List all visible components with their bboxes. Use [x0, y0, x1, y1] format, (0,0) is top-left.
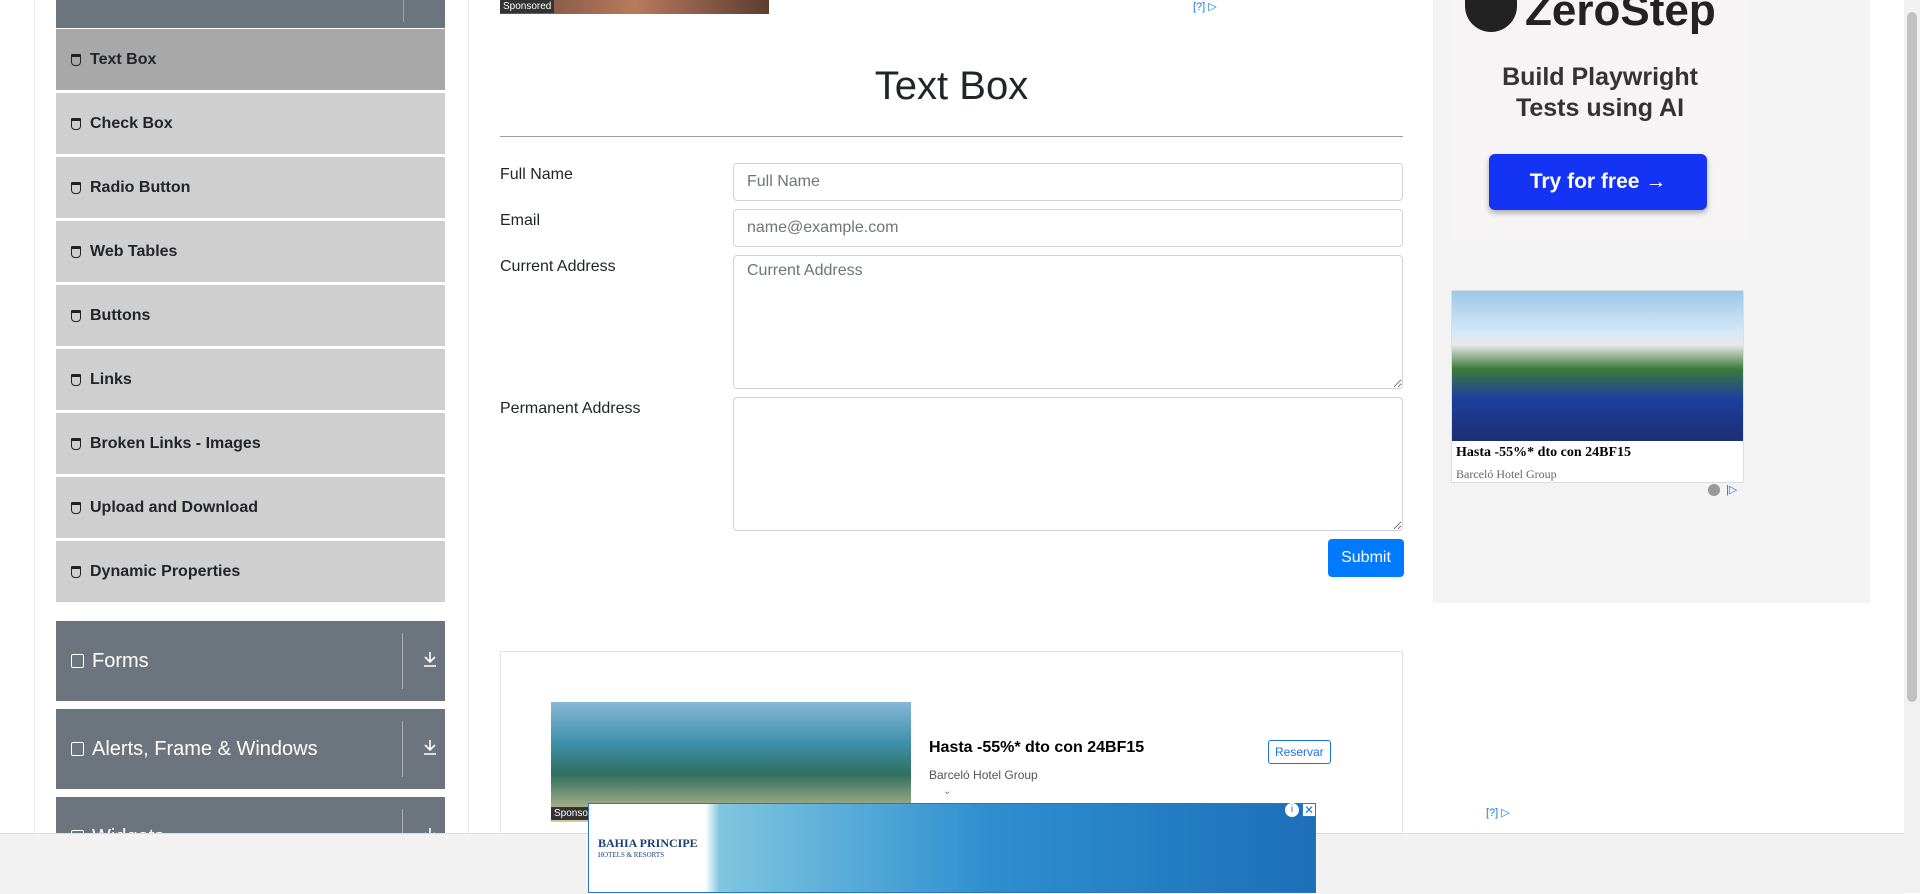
sidebar-item-label: Text Box — [90, 50, 157, 68]
permanent-address-label: Permanent Address — [500, 400, 641, 417]
privacy-icon[interactable] — [1708, 484, 1720, 496]
sidebar-item-buttons[interactable]: Buttons — [56, 285, 445, 346]
adchoices-icon[interactable]: |▷ — [1726, 483, 1737, 496]
adchoice-text: [?] — [1193, 1, 1206, 13]
sidebar-item-label: Broken Links - Images — [90, 434, 261, 452]
window-icon — [71, 742, 84, 756]
elements-menu: Text Box Check Box Radio Button Web Tabl… — [56, 29, 445, 605]
full-name-label: Full Name — [500, 166, 573, 183]
html5-icon — [71, 501, 81, 514]
sidebar-item-label: Upload and Download — [90, 498, 258, 516]
sidebar-item-label: Dynamic Properties — [90, 562, 241, 580]
permanent-address-textarea[interactable] — [733, 397, 1403, 531]
current-address-textarea[interactable] — [733, 255, 1403, 389]
sidebar-item-broken-links[interactable]: Broken Links - Images — [56, 413, 445, 474]
bahia-principe-logo: BAHIA PRINCIPE HOTELS & RESORTS — [598, 836, 698, 859]
submit-button[interactable]: Submit — [1328, 539, 1404, 577]
group-label: Forms — [92, 649, 149, 672]
html5-icon — [71, 117, 81, 130]
scrollbar-thumb[interactable] — [1907, 12, 1917, 702]
close-icon[interactable]: ✕ — [1302, 803, 1316, 817]
sidebar-item-label: Radio Button — [90, 178, 191, 196]
inline-ad-headline[interactable]: Hasta -55%* dto con 24BF15 — [929, 739, 1144, 757]
elements-group-header[interactable] — [56, 0, 445, 28]
sidebar-item-check-box[interactable]: Check Box — [56, 93, 445, 154]
download-arrow-icon — [424, 740, 436, 755]
html5-icon — [71, 437, 81, 450]
sponsored-label: Sponsored — [500, 0, 555, 13]
group-separator — [403, 0, 404, 22]
forms-icon — [71, 654, 84, 668]
sidebar-item-web-tables[interactable]: Web Tables — [56, 221, 445, 282]
current-address-label: Current Address — [500, 258, 616, 275]
zerostep-tagline: Build Playwright Tests using AI — [1450, 62, 1750, 124]
sidebar-item-label: Web Tables — [90, 242, 178, 260]
banner-logo-text: BAHIA PRINCIPE — [598, 836, 698, 850]
adchoices-icon[interactable]: [?] ▷ — [1486, 806, 1510, 819]
download-arrow-icon — [424, 652, 436, 667]
html5-icon — [71, 245, 81, 258]
group-label: Alerts, Frame & Windows — [92, 737, 318, 760]
group-separator — [402, 633, 403, 689]
email-label: Email — [500, 212, 541, 229]
info-icon[interactable]: i — [1285, 803, 1299, 817]
sidebar-item-links[interactable]: Links — [56, 349, 445, 410]
tagline-line-1: Build Playwright — [1502, 63, 1698, 91]
hotel-ad-image[interactable] — [1452, 291, 1743, 441]
banner-logo-sub: HOTELS & RESORTS — [598, 851, 665, 859]
hotel-ad-title[interactable]: Hasta -55%* dto con 24BF15 — [1456, 445, 1631, 461]
content-divider — [468, 0, 469, 833]
sidebar-left-rule — [34, 0, 35, 833]
sidebar-item-label: Buttons — [90, 306, 151, 324]
sidebar-item-label: Links — [90, 370, 132, 388]
chevron-down-icon[interactable]: ⌄ — [943, 786, 951, 797]
zerostep-brand: ZeroStep — [1525, 0, 1716, 35]
html5-icon — [71, 373, 81, 386]
html5-icon — [71, 181, 81, 194]
html5-icon — [71, 565, 81, 578]
sidebar-item-text-box[interactable]: Text Box — [56, 29, 445, 90]
page-title: Text Box — [874, 64, 1029, 108]
html5-icon — [71, 309, 81, 322]
title-divider — [500, 136, 1403, 137]
sidebar-item-dynamic-properties[interactable]: Dynamic Properties — [56, 541, 445, 602]
try-for-free-button[interactable]: Try for free → — [1489, 154, 1707, 210]
tagline-line-2: Tests using AI — [1515, 94, 1685, 122]
reservar-button[interactable]: Reservar — [1268, 740, 1331, 764]
adchoices-icon[interactable]: [?] ▷ — [1193, 0, 1217, 13]
group-separator — [402, 721, 403, 777]
sidebar-item-label: Check Box — [90, 114, 173, 132]
html5-icon — [71, 53, 81, 66]
group-forms[interactable]: Forms — [56, 621, 445, 701]
adchoice-text: [?] — [1486, 807, 1499, 819]
hotel-ad-brand: Barceló Hotel Group — [1456, 467, 1557, 481]
email-input[interactable] — [733, 209, 1403, 247]
group-alerts-frame-windows[interactable]: Alerts, Frame & Windows — [56, 709, 445, 789]
full-name-input[interactable] — [733, 163, 1403, 201]
inline-ad-brand: Barceló Hotel Group — [929, 768, 1038, 782]
sidebar-item-upload-download[interactable]: Upload and Download — [56, 477, 445, 538]
sidebar-item-radio-button[interactable]: Radio Button — [56, 157, 445, 218]
